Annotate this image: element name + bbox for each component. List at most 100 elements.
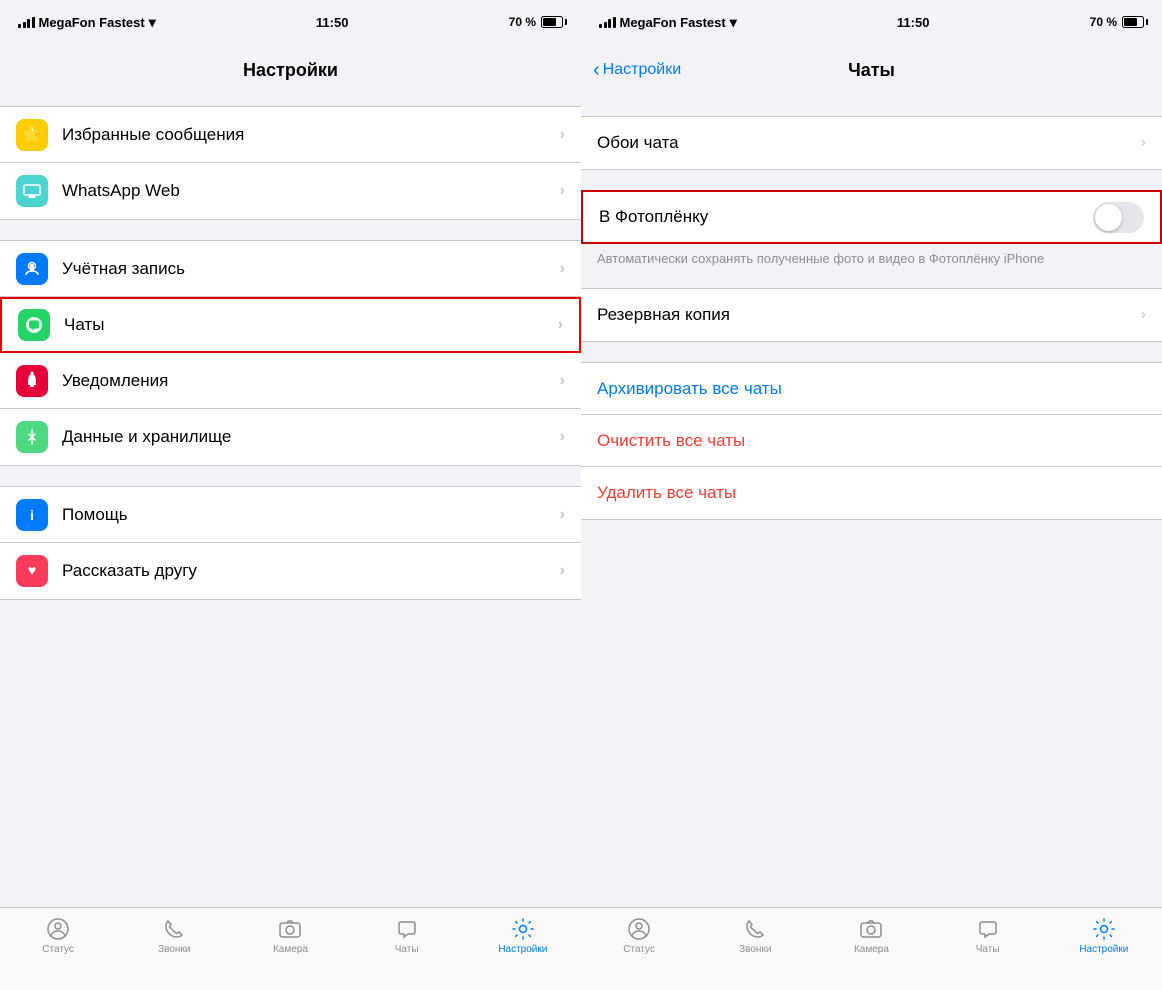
delete-all-label: Удалить все чаты [597,483,736,503]
bar2 [23,22,26,28]
tab-status[interactable]: Статус [28,916,88,955]
rbar2 [604,22,607,28]
left-battery-percent: 70 % [509,15,536,29]
gap3 [0,466,581,486]
photo-roll-row[interactable]: В Фотоплёнку [581,190,1162,244]
chats-icon [18,309,50,341]
right-carrier-name: MegaFon Fastest [620,15,726,30]
rbar3 [608,19,611,28]
notifications-chevron: › [560,372,565,390]
sidebar-item-whatsapp-web[interactable]: WhatsApp Web › [0,163,581,219]
sidebar-item-data[interactable]: Данные и хранилище › [0,409,581,465]
notifications-label: Уведомления [62,371,560,391]
sidebar-item-account[interactable]: Учётная запись › [0,241,581,297]
svg-text:i: i [30,507,34,523]
backup-chevron: › [1141,306,1146,324]
delete-all-row[interactable]: Удалить все чаты [581,467,1162,519]
rgap3 [581,278,1162,288]
whatsapp-web-chevron: › [560,182,565,200]
left-page-title: Настройки [243,60,338,81]
right-battery-fill [1124,18,1137,26]
account-label: Учётная запись [62,259,560,279]
tab-camera[interactable]: Камера [260,916,320,955]
data-icon [16,421,48,453]
back-label: Настройки [603,61,681,79]
right-group-2: В Фотоплёнку [581,190,1162,244]
sidebar-item-notifications[interactable]: Уведомления › [0,353,581,409]
account-icon [16,253,48,285]
back-chevron-icon: ‹ [593,60,600,80]
right-tab-camera[interactable]: Камера [841,916,901,955]
right-tab-bar: Статус Звонки Камера Чаты [581,907,1162,990]
tab-calls[interactable]: Звонки [144,916,204,955]
wallpaper-label: Обои чата [597,133,1141,153]
settings-group-3: i Помощь › ♥ Рассказать другу › [0,486,581,600]
right-tab-settings-label: Настройки [1079,944,1128,955]
right-tab-settings[interactable]: Настройки [1074,916,1134,955]
archive-all-row[interactable]: Архивировать все чаты [581,363,1162,415]
wallpaper-row[interactable]: Обои чата › [581,117,1162,169]
right-tab-status[interactable]: Статус [609,916,669,955]
rgap2 [581,170,1162,190]
share-icon: ♥ [16,555,48,587]
sidebar-item-share[interactable]: ♥ Рассказать другу › [0,543,581,599]
sidebar-item-favorites[interactable]: ⭐ Избранные сообщения › [0,107,581,163]
right-tab-chats-label: Чаты [976,944,1000,955]
sidebar-item-help[interactable]: i Помощь › [0,487,581,543]
chats-label: Чаты [64,315,558,335]
photo-roll-toggle[interactable] [1093,202,1144,233]
battery-icon [541,16,563,28]
clear-all-row[interactable]: Очистить все чаты [581,415,1162,467]
toggle-knob [1095,204,1122,231]
right-group-1: Обои чата › [581,116,1162,170]
bar4 [32,17,35,28]
left-tab-bar: Статус Звонки Камера Чаты [0,907,581,990]
left-battery: 70 % [509,15,563,29]
data-chevron: › [560,428,565,446]
right-group-3: Резервная копия › [581,288,1162,342]
favorites-chevron: › [560,126,565,144]
right-status-bar: MegaFon Fastest ▾ 11:50 70 % [581,0,1162,44]
back-button[interactable]: ‹ Настройки [593,60,681,80]
right-tab-calls[interactable]: Звонки [725,916,785,955]
chats-chevron: › [558,316,563,334]
bar1 [18,24,21,28]
rbar4 [613,17,616,28]
sidebar-item-chats[interactable]: Чаты › [0,297,581,353]
photo-roll-desc-text: Автоматически сохранять полученные фото … [581,244,1162,278]
clear-all-label: Очистить все чаты [597,431,745,451]
settings-group-1: ⭐ Избранные сообщения › WhatsApp Web › [0,106,581,220]
photo-roll-description: Автоматически сохранять полученные фото … [581,244,1162,278]
right-battery-percent: 70 % [1090,15,1117,29]
tab-chats[interactable]: Чаты [377,916,437,955]
tab-camera-label: Камера [273,944,308,955]
settings-group-2: Учётная запись › Чаты › Уве [0,240,581,466]
wallpaper-chevron: › [1141,134,1146,152]
rbar1 [599,24,602,28]
notifications-icon [16,365,48,397]
favorites-label: Избранные сообщения [62,125,560,145]
battery-fill [543,18,556,26]
whatsapp-web-label: WhatsApp Web [62,181,560,201]
right-nav-header: ‹ Настройки Чаты [581,44,1162,96]
right-tab-chats[interactable]: Чаты [958,916,1018,955]
right-page-title: Чаты [848,60,895,81]
tab-settings[interactable]: Настройки [493,916,553,955]
left-nav-header: Настройки [0,44,581,96]
right-tab-status-label: Статус [623,944,655,955]
backup-label: Резервная копия [597,305,1141,325]
help-chevron: › [560,506,565,524]
signal-bars-icon [18,16,35,28]
rgap4 [581,342,1162,362]
gap2 [0,220,581,240]
backup-row[interactable]: Резервная копия › [581,289,1162,341]
data-label: Данные и хранилище [62,427,560,447]
tab-calls-label: Звонки [158,944,190,955]
right-signal-bars-icon [599,16,616,28]
archive-all-label: Архивировать все чаты [597,379,782,399]
chats-content: Обои чата › В Фотоплёнку Автоматически с… [581,96,1162,907]
left-carrier-signal: MegaFon Fastest ▾ [18,14,156,31]
bar3 [27,19,30,28]
help-label: Помощь [62,505,560,525]
svg-text:♥: ♥ [28,564,36,579]
